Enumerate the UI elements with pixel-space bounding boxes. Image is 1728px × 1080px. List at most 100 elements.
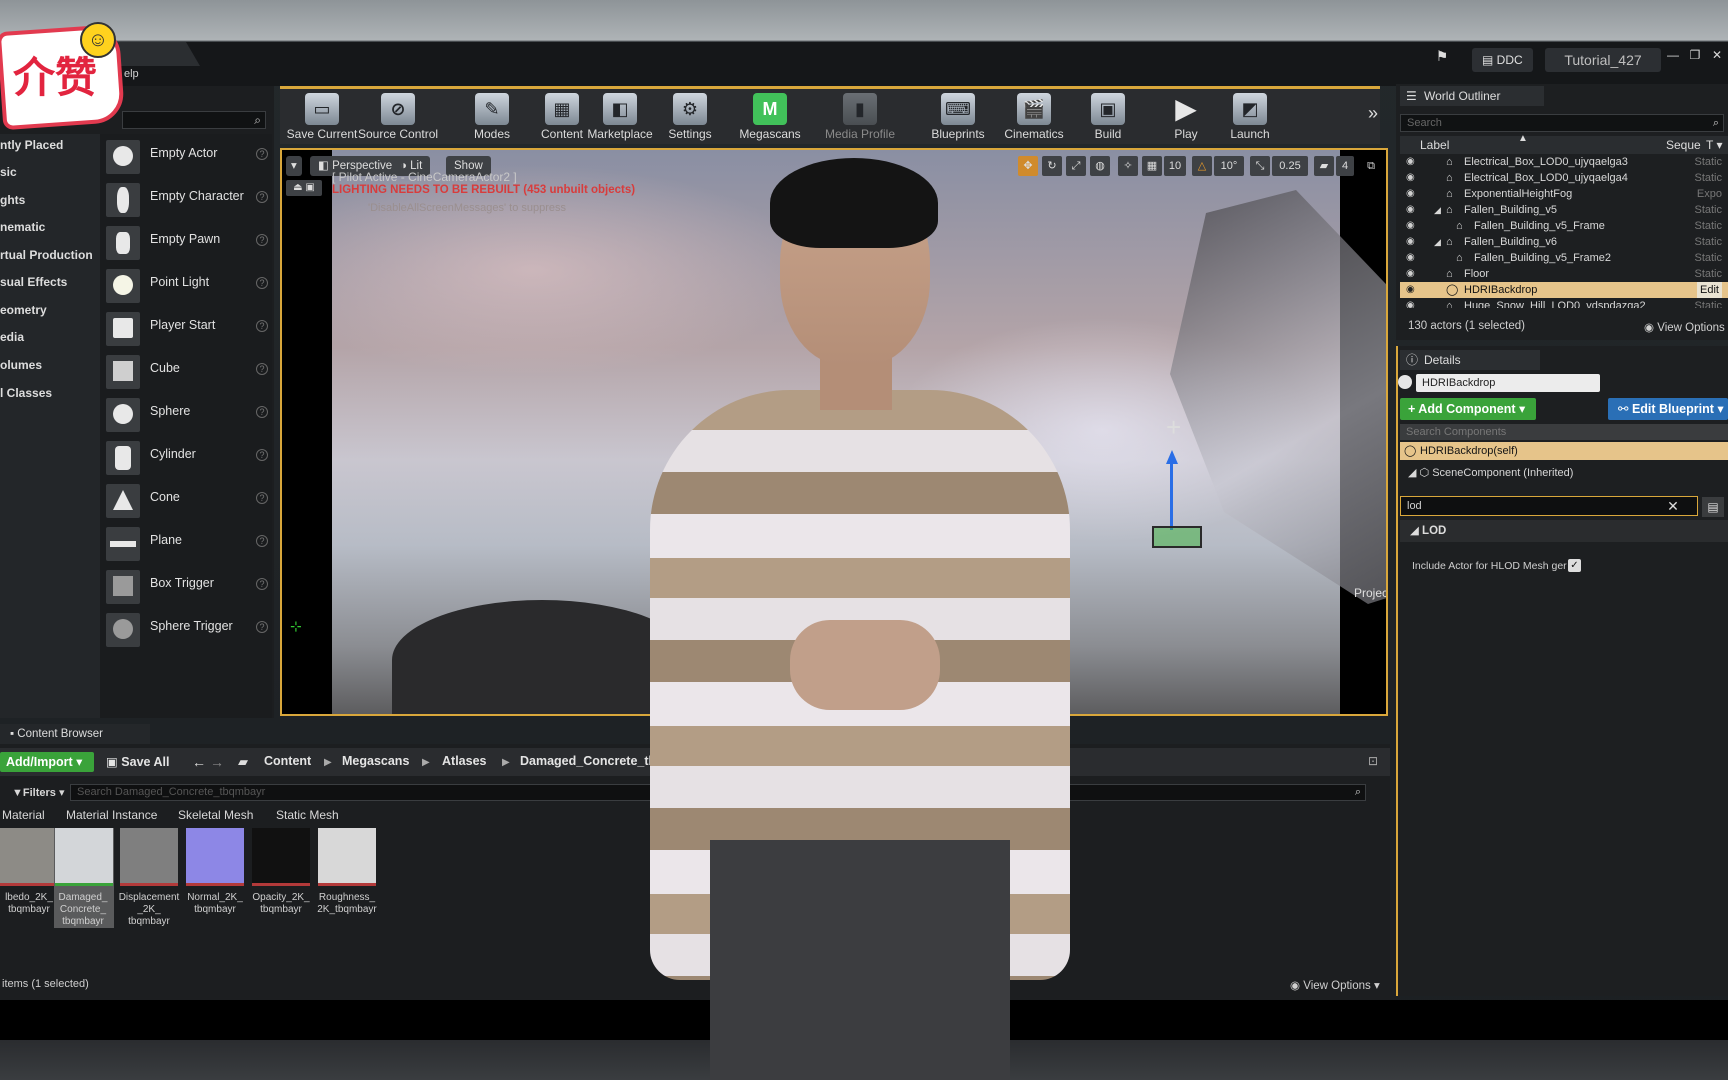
outliner-row[interactable]: ◉ ⌂ ExponentialHeightFog Expo [1400, 186, 1728, 202]
edit-blueprint-button[interactable]: ⚯ Edit Blueprint ▾ [1608, 398, 1728, 420]
category-basic[interactable]: sic [0, 161, 100, 183]
clear-filter-icon[interactable]: ✕ [1664, 497, 1682, 515]
breadcrumb-megascans[interactable]: Megascans [342, 754, 409, 768]
eye-icon[interactable]: ◉ [1406, 218, 1415, 234]
category-virtual-production[interactable]: rtual Production [0, 244, 100, 266]
help-icon[interactable]: ? [256, 492, 268, 504]
help-icon[interactable]: ? [256, 191, 268, 203]
gizmo-z-axis[interactable] [1170, 460, 1173, 530]
category-lights[interactable]: ghts [0, 189, 100, 211]
minimize-button[interactable]: — [1664, 46, 1682, 64]
outliner-row[interactable]: ◉ ◢ ⌂ Fallen_Building_v6 Static [1400, 234, 1728, 250]
filter-tab-material-instance[interactable]: Material Instance [66, 808, 157, 822]
modes-button[interactable]: ✎ Modes [452, 93, 532, 145]
outliner-row[interactable]: ◉ ⌂ Floor Static [1400, 266, 1728, 282]
place-item[interactable]: Empty Pawn? [106, 222, 270, 262]
category-all-classes[interactable]: l Classes [0, 382, 100, 404]
eye-icon[interactable]: ◉ [1406, 186, 1415, 202]
help-icon[interactable]: ? [256, 406, 268, 418]
source-control-button[interactable]: ⊘ Source Control [358, 93, 438, 145]
media-profile-button[interactable]: ▮ Media Profile [810, 93, 910, 145]
save-all-button[interactable]: ▣ Save All [106, 754, 169, 769]
category-volumes[interactable]: olumes [0, 354, 100, 376]
grid-snap-value[interactable]: 10 [1164, 156, 1186, 176]
place-item[interactable]: Cone? [106, 480, 270, 520]
filters-button[interactable]: ▼Filters ▾ [12, 786, 64, 799]
search-components-input[interactable]: Search Components [1400, 424, 1728, 440]
column-type[interactable]: Seque [1666, 136, 1701, 154]
content-view-options[interactable]: ◉ View Options ▾ [1290, 978, 1380, 992]
asset-tile-selected[interactable]: Damaged_ Concrete_ tbqmbayr [54, 828, 114, 928]
viewport-menu-button[interactable]: ▾ [286, 156, 302, 176]
filter-tab-skeletal-mesh[interactable]: Skeletal Mesh [178, 808, 253, 822]
place-item[interactable]: Sphere Trigger? [106, 609, 270, 649]
outliner-row[interactable]: ◉ ⌂ Huge_Snow_Hill_LOD0_vdspdazga2 Static [1400, 298, 1728, 308]
expand-icon[interactable]: ◢ [1434, 234, 1441, 250]
megascans-button[interactable]: M Megascans [730, 93, 810, 145]
gizmo-z-arrow-icon[interactable] [1166, 450, 1178, 464]
help-icon[interactable]: ? [256, 578, 268, 590]
edit-link[interactable]: Edit [1697, 282, 1722, 298]
close-button[interactable]: ✕ [1708, 46, 1726, 64]
eye-icon[interactable]: ◉ [1406, 154, 1415, 170]
outliner-view-options[interactable]: ◉ View Options [1644, 320, 1725, 334]
add-import-button[interactable]: Add/Import ▾ [0, 752, 94, 772]
place-item[interactable]: Cylinder? [106, 437, 270, 477]
grid-snap-icon[interactable]: ▦ [1142, 156, 1162, 176]
filter-tab-static-mesh[interactable]: Static Mesh [276, 808, 339, 822]
place-item[interactable]: Empty Actor? [106, 136, 270, 176]
save-current-button[interactable]: ▭ Save Current [282, 93, 362, 145]
column-more[interactable]: T ▾ [1706, 136, 1722, 154]
outliner-row[interactable]: ◉ ◢ ⌂ Fallen_Building_v5 Static [1400, 202, 1728, 218]
lock-icon[interactable]: ⊡ [1368, 754, 1378, 768]
camera-speed-value[interactable]: 4 [1336, 156, 1354, 176]
category-cinematic[interactable]: nematic [0, 216, 100, 238]
maximize-button[interactable]: ❐ [1686, 46, 1704, 64]
help-icon[interactable]: ? [256, 621, 268, 633]
place-item[interactable]: Player Start? [106, 308, 270, 348]
component-self-row[interactable]: ◯ HDRIBackdrop(self) [1400, 442, 1728, 460]
launch-button[interactable]: ◩ Launch [1210, 93, 1290, 145]
maximize-viewport-icon[interactable]: ⧉ [1362, 156, 1380, 176]
details-filter-input[interactable]: lod [1400, 496, 1698, 516]
lod-section-header[interactable]: ◢ LOD [1400, 520, 1728, 542]
settings-button[interactable]: ⚙ Settings [650, 93, 730, 145]
eye-icon[interactable]: ◉ [1406, 234, 1415, 250]
breadcrumb-atlases[interactable]: Atlases [442, 754, 486, 768]
cinematics-button[interactable]: 🎬 Cinematics [994, 93, 1074, 145]
rotation-snap-icon[interactable]: △ [1192, 156, 1212, 176]
breadcrumb-content[interactable]: Content [264, 754, 311, 768]
pilot-eject-icon[interactable]: ⏏ ▣ [286, 180, 322, 196]
eye-icon[interactable]: ◉ [1406, 298, 1415, 308]
expand-icon[interactable]: ◢ [1434, 202, 1441, 218]
help-icon[interactable]: ? [256, 363, 268, 375]
blueprints-button[interactable]: ⌨ Blueprints [918, 93, 998, 145]
eye-icon[interactable]: ◉ [1406, 282, 1415, 298]
details-tab[interactable]: ⓘ Details [1400, 350, 1540, 370]
category-geometry[interactable]: eometry [0, 299, 100, 321]
eye-icon[interactable]: ◉ [1406, 266, 1415, 282]
build-button[interactable]: ▣ Build [1068, 93, 1148, 145]
ddc-button[interactable]: ▤ DDC [1472, 48, 1533, 72]
eye-icon[interactable]: ◉ [1406, 250, 1415, 266]
place-item[interactable]: Cube? [106, 351, 270, 391]
asset-tile[interactable]: Displacement _2K_ tbqmbayr [119, 828, 179, 928]
actor-name-field[interactable]: HDRIBackdrop [1416, 374, 1600, 392]
eye-icon[interactable]: ◉ [1406, 170, 1415, 186]
component-scene-row[interactable]: ◢ ⬡ SceneComponent (Inherited) [1408, 466, 1573, 479]
category-visual-effects[interactable]: sual Effects [0, 271, 100, 293]
place-item[interactable]: Plane? [106, 523, 270, 563]
property-matrix-icon[interactable]: ▤ [1702, 497, 1724, 517]
help-icon[interactable]: ? [256, 277, 268, 289]
outliner-row[interactable]: ◉ ⌂ Electrical_Box_LOD0_ujyqaelga3 Static [1400, 154, 1728, 170]
forward-arrow-icon[interactable]: → [210, 754, 224, 770]
rotation-snap-value[interactable]: 10° [1214, 156, 1244, 176]
outliner-row[interactable]: ◉ ⌂ Electrical_Box_LOD0_ujyqaelga4 Static [1400, 170, 1728, 186]
outliner-search-input[interactable]: Search ⌕ [1400, 114, 1724, 132]
asset-tile[interactable]: Opacity_2K_ tbqmbayr [252, 828, 310, 928]
outliner-row[interactable]: ◉ ⌂ Fallen_Building_v5_Frame2 Static [1400, 250, 1728, 266]
category-recently-placed[interactable]: ntly Placed [0, 134, 100, 156]
place-item[interactable]: Empty Character? [106, 179, 270, 219]
world-outliner-tab[interactable]: ☰ World Outliner [1400, 86, 1544, 106]
place-item[interactable]: Box Trigger? [106, 566, 270, 606]
